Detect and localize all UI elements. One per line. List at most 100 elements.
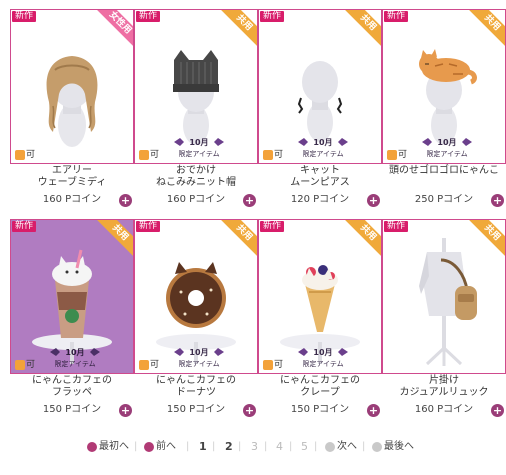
prev-page-link[interactable]: 前へ	[156, 439, 176, 455]
add-button[interactable]: +	[243, 404, 256, 417]
new-badge: 新作	[260, 11, 285, 22]
item-thumbnail[interactable]: 新作 共用 可 10月 限定アイテム	[258, 219, 382, 374]
item-card[interactable]: 新作 共用 可 10月 限定アイテム にゃんこカフェの フラッペ 150 Pコイ…	[10, 219, 134, 419]
item-name-line2: ムーンピアス	[290, 177, 350, 188]
exchange-icon	[139, 360, 149, 370]
add-button[interactable]: +	[367, 404, 380, 417]
next-page-link[interactable]: 次へ	[337, 439, 357, 455]
svg-text:10月: 10月	[189, 348, 208, 357]
item-grid: 新作 女性用 可 エアリー ウェーブミディ 160 Pコイン + 新作 共用 可…	[10, 9, 506, 419]
new-badge: 新作	[384, 11, 409, 22]
svg-text:限定アイテム: 限定アイテム	[54, 359, 95, 368]
item-name: エアリー ウェーブミディ	[10, 165, 134, 189]
add-button[interactable]: +	[367, 194, 380, 207]
page-link-3[interactable]: 3	[251, 439, 258, 455]
svg-text:10月: 10月	[313, 348, 332, 357]
last-page-link[interactable]: 最後へ	[384, 439, 414, 455]
ok-label: 可	[274, 150, 284, 160]
item-name-line1: 片掛け	[429, 375, 459, 386]
item-price: 150 Pコイン	[166, 404, 226, 415]
svg-text:限定アイテム: 限定アイテム	[178, 359, 219, 368]
page-link-1[interactable]: 1	[199, 439, 207, 455]
ok-label: 可	[26, 360, 36, 370]
item-name: おでかけ ねこみみニット帽	[134, 165, 258, 189]
item-name-line2: ドーナツ	[176, 387, 216, 398]
svg-text:限定アイテム: 限定アイテム	[426, 149, 467, 158]
item-name-line1: にゃんこカフェの	[156, 375, 236, 386]
add-button[interactable]: +	[491, 194, 504, 207]
item-card[interactable]: 新作 共用 片掛け カジュアルリュック 160 Pコイン +	[382, 219, 506, 419]
pagination: 最初へ | 前へ | 1 | 2 | 3 | 4 | 5 | 次へ | 最後へ	[0, 439, 506, 455]
pager-separator: |	[238, 441, 242, 452]
first-page-icon[interactable]	[87, 442, 97, 452]
item-thumbnail[interactable]: 新作 共用 可 10月 限定アイテム	[10, 219, 134, 374]
item-card[interactable]: 新作 共用 可 10月 限定アイテム キャット ムーンピアス 120 Pコイン …	[258, 9, 382, 209]
exchange-ok-badge: 可	[263, 360, 283, 370]
item-name: 片掛け カジュアルリュック	[382, 375, 506, 399]
svg-text:10月: 10月	[189, 138, 208, 147]
item-thumbnail[interactable]: 新作 共用 可 10月 限定アイテム	[258, 9, 382, 164]
add-button[interactable]: +	[119, 404, 132, 417]
item-thumbnail[interactable]: 新作 共用	[382, 219, 506, 374]
new-badge: 新作	[136, 11, 161, 22]
page-link-4[interactable]: 4	[276, 439, 283, 455]
add-button[interactable]: +	[491, 404, 504, 417]
pager-separator: |	[186, 441, 190, 452]
exchange-icon	[15, 150, 25, 160]
item-card[interactable]: 新作 共用 可 10月 限定アイテム 頭のせゴロゴロにゃんこ 250 Pコイン …	[382, 9, 506, 209]
item-name: にゃんこカフェの フラッペ	[10, 375, 134, 399]
item-name-line1: エアリー	[52, 165, 92, 176]
limited-item-badge: 10月 限定アイテム	[422, 138, 472, 158]
new-badge: 新作	[136, 221, 161, 232]
item-name: にゃんこカフェの クレープ	[258, 375, 382, 399]
ok-label: 可	[274, 360, 284, 370]
item-name-line2: ねこみみニット帽	[156, 177, 236, 188]
exchange-ok-badge: 可	[139, 150, 159, 160]
svg-text:限定アイテム: 限定アイテム	[302, 359, 343, 368]
svg-text:10月: 10月	[313, 138, 332, 147]
item-card[interactable]: 新作 女性用 可 エアリー ウェーブミディ 160 Pコイン +	[10, 9, 134, 209]
ok-label: 可	[398, 150, 408, 160]
current-page: 2	[225, 440, 233, 453]
item-thumbnail[interactable]: 新作 共用 可 10月 限定アイテム	[134, 9, 258, 164]
pager-separator: |	[289, 441, 293, 452]
new-badge: 新作	[384, 221, 409, 232]
ok-label: 可	[150, 360, 160, 370]
item-name-line2: ウェーブミディ	[37, 177, 107, 188]
item-thumbnail[interactable]: 新作 共用 可 10月 限定アイテム	[134, 219, 258, 374]
ok-label: 可	[26, 150, 36, 160]
item-name: キャット ムーンピアス	[258, 165, 382, 189]
item-name-line2: カジュアルリュック	[399, 387, 489, 398]
item-thumbnail[interactable]: 新作 女性用 可	[10, 9, 134, 164]
ok-label: 可	[150, 150, 160, 160]
item-thumbnail[interactable]: 新作 共用 可 10月 限定アイテム	[382, 9, 506, 164]
svg-text:10月: 10月	[65, 348, 84, 357]
exchange-ok-badge: 可	[139, 360, 159, 370]
item-card[interactable]: 新作 共用 可 10月 限定アイテム おでかけ ねこみみニット帽 160 Pコイ…	[134, 9, 258, 209]
last-page-icon[interactable]	[372, 442, 382, 452]
add-button[interactable]: +	[119, 194, 132, 207]
backpack-illustration	[419, 238, 477, 366]
add-button[interactable]: +	[243, 194, 256, 207]
limited-item-badge: 10月 限定アイテム	[298, 348, 348, 368]
item-card[interactable]: 新作 共用 可 10月 限定アイテム にゃんこカフェの ドーナツ 150 Pコイ…	[134, 219, 258, 419]
svg-text:限定アイテム: 限定アイテム	[178, 149, 219, 158]
page-link-5[interactable]: 5	[301, 439, 308, 455]
item-name-line2: フラッペ	[52, 387, 92, 398]
pager-separator: |	[212, 441, 216, 452]
item-name-line1: にゃんこカフェの	[280, 375, 360, 386]
item-price: 160 Pコイン	[414, 404, 474, 415]
item-name-line1: キャット	[300, 165, 340, 176]
exchange-ok-badge: 可	[263, 150, 283, 160]
item-price: 160 Pコイン	[166, 194, 226, 205]
svg-text:限定アイテム: 限定アイテム	[302, 149, 343, 158]
hair-illustration	[46, 56, 98, 147]
exchange-icon	[263, 360, 273, 370]
first-page-link[interactable]: 最初へ	[99, 439, 129, 455]
exchange-ok-badge: 可	[15, 360, 35, 370]
prev-page-icon[interactable]	[144, 442, 154, 452]
exchange-icon	[387, 150, 397, 160]
exchange-icon	[15, 360, 25, 370]
next-page-icon[interactable]	[325, 442, 335, 452]
item-card[interactable]: 新作 共用 可 10月 限定アイテム にゃんこカフェの クレープ 150 Pコイ…	[258, 219, 382, 419]
